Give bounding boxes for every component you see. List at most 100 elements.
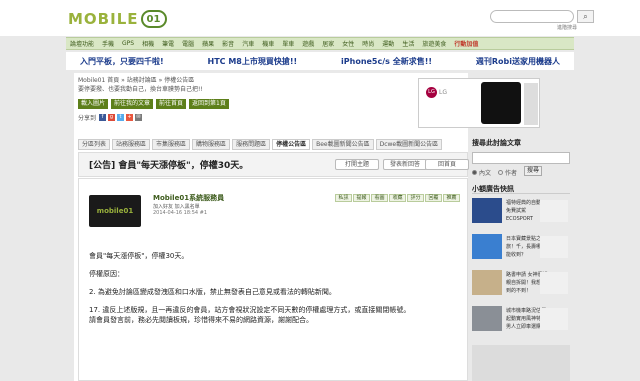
nav-item[interactable]: 機車	[262, 39, 274, 48]
phone-image	[481, 82, 521, 124]
tab[interactable]: Dcwe載圖新聞公告區	[375, 139, 443, 150]
nav-item[interactable]: 相機	[142, 39, 154, 48]
ad-thumbnail	[472, 234, 502, 259]
twitter-icon[interactable]: t	[117, 114, 125, 121]
site-header: MOBILE 01 ⌕ 進階搜尋	[0, 0, 640, 36]
radio-author[interactable]: 作者	[498, 168, 517, 177]
tab[interactable]: 市集服務區	[152, 139, 191, 150]
tab-active[interactable]: 停權公告區	[272, 139, 311, 150]
home-button[interactable]: 前往首頁	[156, 99, 187, 109]
nav-item[interactable]: 電腦	[182, 39, 194, 48]
sidebar-ad[interactable]: 日本寶藏景點之 旅！千，長壽哪些 能收到？	[472, 234, 570, 261]
tab[interactable]: 購物服務區	[192, 139, 231, 150]
breadcrumb[interactable]: Mobile01 首頁 » 站務討論區 » 停權公告區	[78, 75, 194, 84]
sidebar-ad[interactable]: 城市機車路況估價 起動實用風神特價 男人立即車選購	[472, 306, 570, 333]
sidebar-ad[interactable]: 路書申請 女神惠娟 親自拆開！我想收 到的不到！	[472, 270, 570, 297]
nav-item[interactable]: 居家	[322, 39, 334, 48]
sidebar-search-input[interactable]	[472, 152, 570, 164]
nav-item-hot[interactable]: 行動加值	[454, 39, 478, 48]
post-line: 2. 為避免討論區變成發洩區和口水版，禁止無發表自己意見或看法的轉貼新聞。	[89, 288, 336, 296]
back-to-page1-button[interactable]: 返回到第1頁	[189, 99, 229, 109]
facebook-icon[interactable]: f	[99, 114, 107, 121]
nav-item[interactable]: 論壇功能	[70, 39, 94, 48]
radio-content[interactable]: 內文	[472, 168, 491, 177]
promo-bar: 入門平板，只要四千啦! HTC M8上市現買快搶!! iPhone5c/s 全新…	[66, 52, 574, 70]
post-line: 17. 違反上述版規，且一再違反的會員，站方會視狀況設定不同天數的停權處理方式，…	[89, 306, 411, 314]
promo-link[interactable]: iPhone5c/s 全新求售!!	[341, 56, 432, 67]
author-links[interactable]: 加入好友 加入黑名單	[153, 203, 200, 210]
post-action-button[interactable]: 回覆	[425, 194, 442, 202]
post-toolbar: 私訊 提報 看圖 收藏 評分 回覆 推薦	[335, 194, 461, 202]
site-logo[interactable]: MOBILE 01	[68, 9, 167, 29]
nav-item[interactable]: 影音	[222, 39, 234, 48]
forum-subtitle: 要停要撥、也要我勸自己，換台車膜勢自己把!!	[78, 86, 203, 93]
share-label: 分享到	[78, 115, 97, 122]
post-card: mobile01 Mobile01系統服務員 加入好友 加入黑名單 2014-0…	[78, 178, 468, 381]
tab[interactable]: 站務服務區	[112, 139, 151, 150]
google-plus-icon[interactable]: g	[108, 114, 116, 121]
post-date: 2014-04-16 18:54 #1	[153, 210, 208, 216]
load-images-button[interactable]: 載入圖片	[78, 99, 109, 109]
avatar[interactable]: mobile01	[89, 195, 141, 227]
ad-blurred-region	[524, 83, 538, 125]
thread-title-bar: [公告] 會員"每天漲停板"，停權30天。 打開主題 發表新回答 回首頁	[78, 152, 469, 177]
open-topic-button[interactable]: 打開主題	[335, 159, 379, 170]
promo-link[interactable]: 入門平板，只要四千啦!	[80, 56, 164, 67]
nav-item[interactable]: 生活	[402, 39, 414, 48]
back-home-button[interactable]: 回首頁	[425, 159, 469, 170]
sidebar: 搜尋此討論文章 內文 作者 搜尋 小額廣告快訊 福特經典的自動！ 免費試駕 ECOS…	[472, 138, 570, 381]
promo-link[interactable]: 週刊Robi送家用機器人	[476, 56, 560, 67]
radio-unselected-icon	[498, 170, 503, 175]
nav-item[interactable]: GPS	[122, 40, 134, 47]
ad-thumbnail	[472, 270, 502, 295]
radio-label: 作者	[505, 170, 518, 177]
post-action-button[interactable]: 收藏	[389, 194, 406, 202]
post-action-button[interactable]: 提報	[353, 194, 370, 202]
main-nav: 論壇功能 手機 GPS 相機 筆電 電腦 蘋果 影音 汽車 機車 單車 遊戲 居…	[66, 37, 574, 50]
post-body: 會員"每天漲停板"，停權30天。 停權原因： 2. 為避免討論區變成發洩區和口水…	[89, 251, 459, 325]
post-author[interactable]: Mobile01系統服務員	[153, 193, 224, 203]
nav-item[interactable]: 手機	[102, 39, 114, 48]
post-line: 會員"每天漲停板"，停權30天。	[89, 252, 189, 260]
sidebar-search-button[interactable]: 搜尋	[524, 166, 542, 176]
post-action-button[interactable]: 看圖	[371, 194, 388, 202]
post-action-button[interactable]: 評分	[407, 194, 424, 202]
nav-item[interactable]: 時尚	[362, 39, 374, 48]
nav-item[interactable]: 遊戲	[302, 39, 314, 48]
ad-blurred-region	[540, 272, 568, 294]
post-action-button[interactable]: 私訊	[335, 194, 352, 202]
nav-item[interactable]: 單車	[282, 39, 294, 48]
share-bar: 分享到 f g t + ✉	[78, 113, 144, 122]
logo-number: 01	[140, 10, 167, 28]
lg-banner-ad[interactable]: LG LG	[418, 78, 540, 128]
tab[interactable]: 分區列表	[78, 139, 111, 150]
nav-item[interactable]: 汽車	[242, 39, 254, 48]
nav-item[interactable]: 蘋果	[202, 39, 214, 48]
sidebar-search-title: 搜尋此討論文章	[472, 139, 521, 147]
nav-item[interactable]: 筆電	[162, 39, 174, 48]
advanced-search-link[interactable]: 進階搜尋	[557, 24, 577, 31]
post-line: 請會員發言前，務必先閱讀板規，珍惜得來不易的網路資源，謝謝配合。	[89, 316, 313, 324]
email-icon[interactable]: ✉	[135, 114, 143, 121]
tab[interactable]: 服務問題區	[232, 139, 271, 150]
sidebar-ad[interactable]: 福特經典的自動！ 免費試駕 ECOSPORT	[472, 198, 570, 225]
sidebar-bottom-ad[interactable]	[472, 345, 570, 381]
new-reply-button[interactable]: 發表新回答	[383, 159, 427, 170]
logo-text: MOBILE	[68, 10, 139, 28]
nav-item[interactable]: 女性	[342, 39, 354, 48]
ad-blurred-region	[540, 308, 568, 330]
forum-tabs: 分區列表 站務服務區 市集服務區 購物服務區 服務問題區 停權公告區 Bee載圖…	[78, 139, 468, 150]
post-action-button[interactable]: 推薦	[443, 194, 460, 202]
post-line: 停權原因：	[89, 270, 124, 278]
nav-item[interactable]: 運動	[382, 39, 394, 48]
my-posts-button[interactable]: 前往我的文章	[111, 99, 154, 109]
promo-link[interactable]: HTC M8上市現買快搶!!	[208, 56, 298, 67]
plurk-icon[interactable]: +	[126, 114, 134, 121]
header-search-input[interactable]	[490, 10, 574, 23]
nav-item[interactable]: 旅遊美食	[422, 39, 446, 48]
lg-logo-icon: LG	[426, 87, 437, 98]
action-buttons: 載入圖片 前往我的文章 前往首頁 返回到第1頁	[78, 99, 232, 109]
header-search-button[interactable]: ⌕	[577, 10, 594, 23]
radio-selected-icon	[472, 170, 477, 175]
tab[interactable]: Bee載圖新聞公告區	[312, 139, 374, 150]
